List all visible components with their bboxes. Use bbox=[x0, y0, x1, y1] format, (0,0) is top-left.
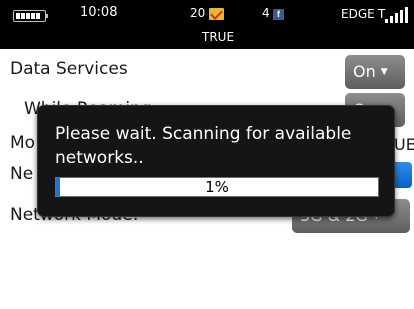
scanning-dialog: Please wait. Scanning for available netw… bbox=[37, 105, 395, 217]
data-services-label: Data Services bbox=[10, 59, 128, 79]
facebook-icon: f bbox=[273, 9, 284, 20]
progress-text: 1% bbox=[205, 178, 229, 196]
data-services-dropdown[interactable]: On ▼ bbox=[345, 55, 405, 89]
clock: 10:08 bbox=[80, 5, 118, 20]
envelope-icon bbox=[209, 8, 224, 20]
network-type: EDGE bbox=[341, 7, 375, 21]
mobile-network-value: UE bbox=[394, 135, 414, 154]
message-count: 20 bbox=[190, 6, 206, 20]
data-services-value: On bbox=[353, 62, 376, 81]
triangle-down-icon: ▼ bbox=[380, 67, 388, 77]
mobile-network-label: Mo bbox=[10, 133, 36, 153]
status-bar: 10:08 20 TRUE 4 f EDGE T bbox=[0, 0, 414, 49]
signal-bars-icon bbox=[385, 7, 409, 23]
network-selection-label: Ne bbox=[10, 164, 34, 184]
social-count: 4 bbox=[262, 6, 270, 20]
progress-bar: 1% bbox=[55, 177, 379, 197]
battery-icon bbox=[13, 10, 48, 22]
dialog-message: Please wait. Scanning for available netw… bbox=[55, 124, 352, 168]
carrier-name: TRUE bbox=[202, 30, 235, 44]
